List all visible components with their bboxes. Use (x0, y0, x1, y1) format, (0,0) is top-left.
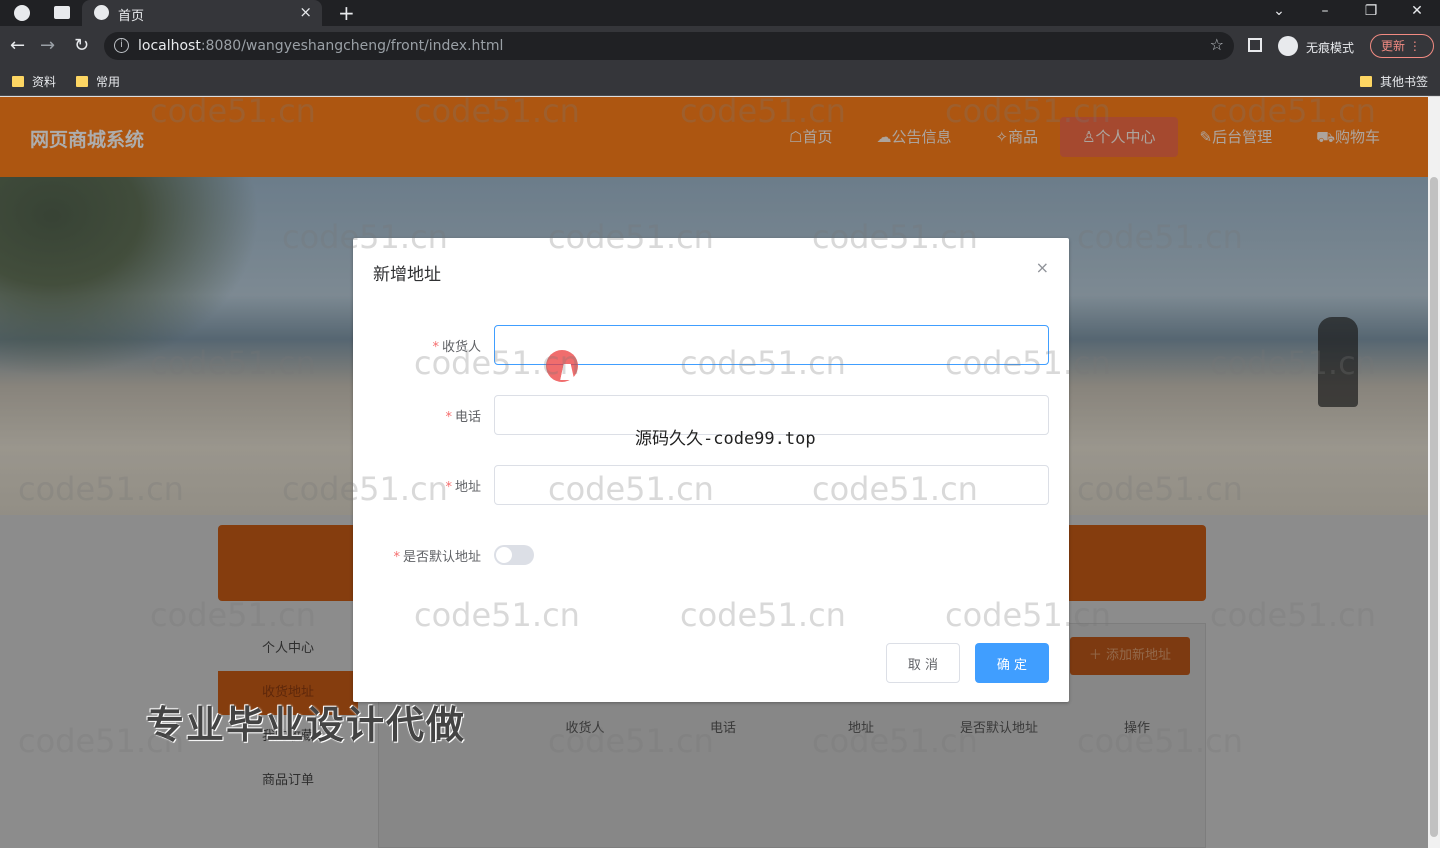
globe-icon[interactable] (14, 5, 30, 21)
receiver-label-text: 收货人 (441, 340, 481, 355)
tab-search-icon[interactable] (54, 6, 70, 19)
receiver-input[interactable] (494, 325, 1049, 365)
required-mark: * (432, 340, 439, 355)
switch-knob (496, 547, 512, 563)
overlay-advert: 专业毕业设计代做 (146, 703, 467, 747)
incognito-icon[interactable] (1278, 36, 1298, 56)
bookmark-folder-1[interactable]: 资料 (12, 73, 56, 90)
tab-title: 首页 (118, 9, 145, 24)
default-row: * 是否默认地址 (353, 535, 1069, 575)
phone-label-text: 电话 (454, 410, 481, 425)
other-bookmarks-label: 其他书签 (1380, 75, 1429, 89)
info-icon[interactable]: i (114, 38, 129, 53)
default-label-text: 是否默认地址 (402, 550, 481, 565)
required-mark: * (393, 550, 400, 565)
bookmarks-bar: 资料 常用 其他书签 (0, 66, 1440, 96)
scrollbar-thumb[interactable] (1430, 177, 1438, 837)
new-address-dialog: 新增地址 × * 收货人 * 电话 * 地址 * 是否默认地址 取 消 确 定 (353, 238, 1069, 702)
address-label: * 地址 (445, 476, 481, 495)
folder-icon (76, 76, 88, 87)
chevron-down-icon[interactable]: ⌄ (1256, 0, 1302, 26)
receiver-label: * 收货人 (432, 336, 481, 355)
folder-icon (1360, 76, 1372, 87)
address-bar[interactable]: i localhost:8080/wangyeshangcheng/front/… (104, 32, 1234, 60)
address-row: * 地址 (353, 465, 1069, 505)
minimize-icon[interactable]: – (1302, 0, 1348, 26)
dialog-title: 新增地址 (373, 265, 441, 285)
browser-toolbar: ← → ↻ i localhost:8080/wangyeshangcheng/… (0, 26, 1440, 66)
incognito-label: 无痕模式 (1306, 41, 1355, 55)
cancel-button[interactable]: 取 消 (886, 643, 960, 683)
overlay-caption: 源码久久-code99.top (635, 429, 816, 449)
default-address-switch[interactable] (494, 545, 534, 565)
reload-icon[interactable]: ↻ (74, 35, 89, 56)
new-tab-icon[interactable]: + (338, 1, 355, 25)
receiver-row: * 收货人 (353, 325, 1069, 365)
confirm-button[interactable]: 确 定 (975, 643, 1049, 683)
update-label: 更新 (1381, 39, 1406, 53)
close-icon[interactable]: × (1036, 258, 1049, 277)
bookmark-label: 资料 (32, 75, 57, 89)
phone-label: * 电话 (445, 406, 481, 425)
address-label-text: 地址 (454, 480, 481, 495)
close-window-icon[interactable]: ✕ (1394, 0, 1440, 26)
address-input[interactable] (494, 465, 1049, 505)
browser-tab-bar: 首页 × + ⌄ – ❐ ✕ (0, 0, 1440, 26)
forward-icon[interactable]: → (40, 35, 55, 56)
side-panel-icon[interactable] (1248, 38, 1262, 52)
bookmark-label: 常用 (96, 75, 121, 89)
bookmark-star-icon[interactable]: ☆ (1210, 35, 1224, 54)
default-label: * 是否默认地址 (393, 546, 481, 565)
url[interactable]: localhost:8080/wangyeshangcheng/front/in… (138, 38, 503, 54)
bookmark-folder-2[interactable]: 常用 (76, 73, 120, 90)
folder-icon (12, 76, 24, 87)
tab-close-icon[interactable]: × (299, 3, 312, 21)
restore-icon[interactable]: ❐ (1348, 0, 1394, 26)
window-controls: ⌄ – ❐ ✕ (1256, 0, 1440, 26)
url-path: :8080/wangyeshangcheng/front/index.html (200, 38, 504, 54)
back-icon[interactable]: ← (10, 35, 25, 56)
update-button[interactable]: 更新 ⋮ (1370, 34, 1434, 58)
url-host: localhost (138, 38, 201, 54)
required-mark: * (445, 410, 452, 425)
browser-tab[interactable]: 首页 × (82, 0, 322, 26)
page-scrollbar[interactable] (1428, 97, 1440, 848)
required-mark: * (445, 480, 452, 495)
favicon-icon (94, 5, 109, 20)
other-bookmarks[interactable]: 其他书签 (1360, 73, 1428, 90)
